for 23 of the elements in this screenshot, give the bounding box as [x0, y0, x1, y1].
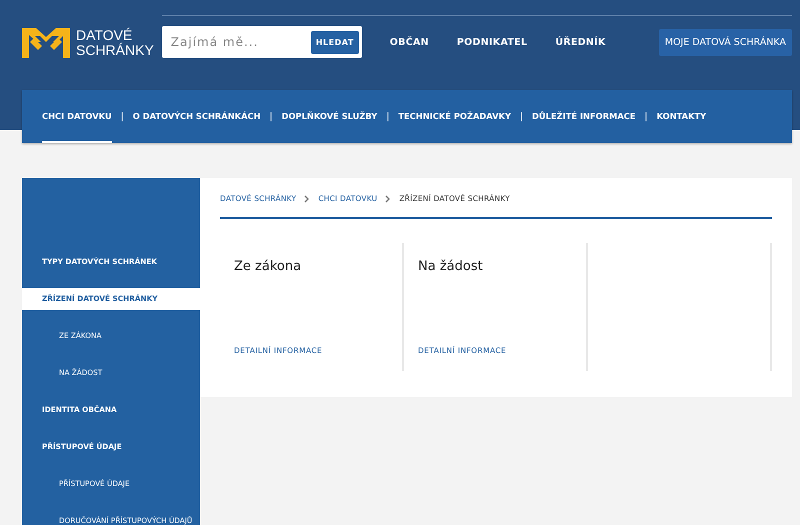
nav-separator: | [386, 112, 390, 122]
my-mailbox-button[interactable]: MOJE DATOVÁ SCHRÁNKA [658, 28, 792, 56]
site-title[interactable]: DATOVÉ SCHRÁNKY [76, 28, 154, 58]
top-nav-link[interactable]: OBČAN [390, 36, 429, 48]
chevron-right-icon [304, 194, 310, 202]
search-field[interactable]: Zajímá mě... HLEDAT [162, 26, 362, 58]
nav-tab[interactable]: CHCI DATOVKU [42, 90, 112, 143]
nav-separator: | [270, 112, 273, 122]
nav-separator: | [520, 112, 524, 122]
nav-tab[interactable]: TECHNICKÉ POŽADAVKY [398, 90, 511, 143]
nav-tab[interactable]: DOPLŇKOVÉ SLUŽBY [282, 90, 378, 143]
card-title: Ze zákona [234, 259, 302, 274]
top-nav-link[interactable]: ÚŘEDNÍK [555, 36, 606, 48]
nav-separator: | [644, 112, 648, 122]
top-nav-link[interactable]: PODNIKATEL [456, 36, 528, 48]
search-button[interactable]: HLEDAT [310, 30, 359, 54]
card-title: Na žádost [418, 259, 484, 274]
logo-icon[interactable] [22, 28, 70, 58]
chevron-right-icon [385, 194, 392, 202]
nav-tab[interactable]: O DATOVÝCH SCHRÁNKÁCH [132, 90, 261, 143]
nav-separator: | [120, 112, 124, 122]
nav-tab[interactable]: DŮLEŽITÉ INFORMACE [532, 90, 636, 143]
nav-tab[interactable]: KONTAKTY [656, 90, 706, 143]
